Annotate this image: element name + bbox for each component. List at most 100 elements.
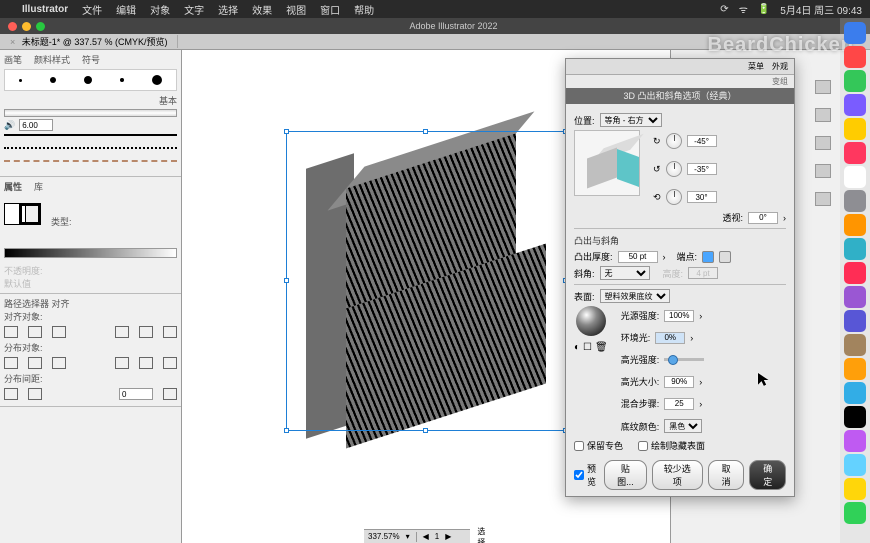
menu-effect[interactable]: 效果	[252, 2, 272, 17]
document-tab[interactable]: × 未标题-1* @ 337.57 % (CMYK/预览)	[0, 35, 178, 48]
dlg-tab-menu[interactable]: 菜单	[748, 61, 764, 72]
sel-handle-s[interactable]	[423, 428, 428, 433]
align-left-icon[interactable]	[4, 326, 18, 338]
align-to-icon[interactable]	[163, 388, 177, 400]
dist-hcenter-icon[interactable]	[139, 357, 153, 369]
dock-app-11-icon[interactable]	[844, 286, 866, 308]
dock-app-0-icon[interactable]	[844, 22, 866, 44]
spacing-h-icon[interactable]	[28, 388, 42, 400]
light-back-icon[interactable]: ◐	[574, 342, 580, 353]
align-hcenter-icon[interactable]	[28, 326, 42, 338]
preserve-spot-checkbox[interactable]: 保留专色	[574, 439, 623, 452]
light-delete-icon[interactable]: 🗑	[595, 342, 608, 353]
gradient-strip[interactable]	[4, 248, 177, 258]
shade-color-select[interactable]: 黑色	[664, 419, 702, 433]
window-close-icon[interactable]	[8, 22, 17, 31]
menu-object[interactable]: 对象	[150, 2, 170, 17]
dist-vcenter-icon[interactable]	[28, 357, 42, 369]
blend-steps-input[interactable]	[664, 398, 694, 410]
sel-handle-w[interactable]	[284, 278, 289, 283]
tab-swatch[interactable]: 颜料样式	[34, 53, 70, 66]
rot-z-input[interactable]	[687, 191, 717, 203]
clock[interactable]: 5月4日 周三 09:43	[780, 2, 862, 17]
rot-z-dial[interactable]	[666, 189, 682, 205]
spacing-input[interactable]	[119, 388, 153, 400]
ambient-input[interactable]	[655, 332, 685, 344]
stroke-preview-solid[interactable]	[4, 134, 177, 144]
cap-on-icon[interactable]	[702, 251, 714, 263]
tab-close-icon[interactable]: ×	[10, 37, 15, 47]
dock-app-19-icon[interactable]	[844, 478, 866, 500]
artboard-number[interactable]: 1	[435, 532, 439, 541]
dock-app-18-icon[interactable]	[844, 454, 866, 476]
dock-app-7-icon[interactable]	[844, 190, 866, 212]
panel-gradient-icon[interactable]	[815, 164, 831, 178]
artboard-nav-next-icon[interactable]: ▶	[445, 532, 451, 541]
bs-stepper-icon[interactable]: ›	[699, 399, 702, 409]
light-add-icon[interactable]: ☐	[583, 342, 592, 353]
dock-app-17-icon[interactable]	[844, 430, 866, 452]
dock-app-9-icon[interactable]	[844, 238, 866, 260]
cancel-button[interactable]: 取消	[708, 460, 745, 490]
menu-view[interactable]: 视图	[286, 2, 306, 17]
brush-size-presets[interactable]	[4, 69, 177, 91]
brush-size-slider[interactable]	[4, 109, 177, 117]
amb-stepper-icon[interactable]: ›	[690, 333, 693, 343]
menu-select[interactable]: 选择	[218, 2, 238, 17]
align-bottom-icon[interactable]	[163, 326, 177, 338]
ok-button[interactable]: 确定	[749, 460, 786, 490]
selection-bounding-box[interactable]	[286, 131, 566, 431]
cap-off-icon[interactable]	[719, 251, 731, 263]
preview-checkbox[interactable]: 预览	[574, 460, 599, 490]
panel-swatches-icon[interactable]	[815, 108, 831, 122]
zoom-level[interactable]: 337.57%	[368, 532, 400, 541]
tab-libraries[interactable]: 库	[34, 180, 43, 193]
align-vcenter-icon[interactable]	[139, 326, 153, 338]
bevel-select[interactable]: 无	[600, 266, 650, 280]
dock-app-5-icon[interactable]	[844, 142, 866, 164]
dock-app-10-icon[interactable]	[844, 262, 866, 284]
artboard-nav-prev-icon[interactable]: ◀	[423, 532, 429, 541]
highlight-slider[interactable]	[664, 358, 704, 361]
hs-stepper-icon[interactable]: ›	[699, 377, 702, 387]
dock-app-13-icon[interactable]	[844, 334, 866, 356]
light-sphere[interactable]	[576, 306, 606, 336]
battery-icon[interactable]: 🔋	[758, 4, 770, 15]
position-select[interactable]: 等角 - 右方	[600, 113, 662, 127]
tab-symbols[interactable]: 符号	[82, 53, 100, 66]
surface-select[interactable]: 塑料效果底纹	[600, 289, 670, 303]
stroke-preview-dotted[interactable]	[4, 147, 177, 157]
highlight-size-input[interactable]	[664, 376, 694, 388]
stroke-preview-wavy[interactable]	[4, 160, 177, 170]
dist-top-icon[interactable]	[4, 357, 18, 369]
menu-type[interactable]: 文字	[184, 2, 204, 17]
rot-x-input[interactable]	[687, 135, 717, 147]
rot-y-dial[interactable]	[666, 161, 682, 177]
sel-handle-n[interactable]	[423, 129, 428, 134]
rot-y-input[interactable]	[687, 163, 717, 175]
dock-app-15-icon[interactable]	[844, 382, 866, 404]
align-panel-title[interactable]: 路径选择器 对齐	[4, 297, 70, 310]
depth-stepper-icon[interactable]: ›	[663, 252, 666, 262]
sel-handle-nw[interactable]	[284, 129, 289, 134]
window-minimize-icon[interactable]	[22, 22, 31, 31]
menu-help[interactable]: 帮助	[354, 2, 374, 17]
rotation-cube-preview[interactable]	[574, 130, 640, 196]
dock-app-2-icon[interactable]	[844, 70, 866, 92]
panel-color-icon[interactable]	[815, 80, 831, 94]
dock-app-3-icon[interactable]	[844, 94, 866, 116]
dock-app-20-icon[interactable]	[844, 502, 866, 524]
app-name[interactable]: Illustrator	[22, 4, 68, 15]
map-art-button[interactable]: 贴图...	[604, 460, 647, 490]
stroke-swatch[interactable]	[19, 203, 41, 225]
panel-layers-icon[interactable]	[815, 192, 831, 206]
dock-app-1-icon[interactable]	[844, 46, 866, 68]
align-right-icon[interactable]	[52, 326, 66, 338]
perspective-input[interactable]	[748, 212, 778, 224]
rot-x-dial[interactable]	[666, 133, 682, 149]
perspective-stepper-icon[interactable]: ›	[783, 213, 786, 223]
zoom-dropdown-icon[interactable]: ▾	[406, 532, 410, 541]
brush-size-input[interactable]	[19, 119, 53, 131]
tab-properties[interactable]: 属性	[4, 180, 22, 193]
dist-bottom-icon[interactable]	[52, 357, 66, 369]
